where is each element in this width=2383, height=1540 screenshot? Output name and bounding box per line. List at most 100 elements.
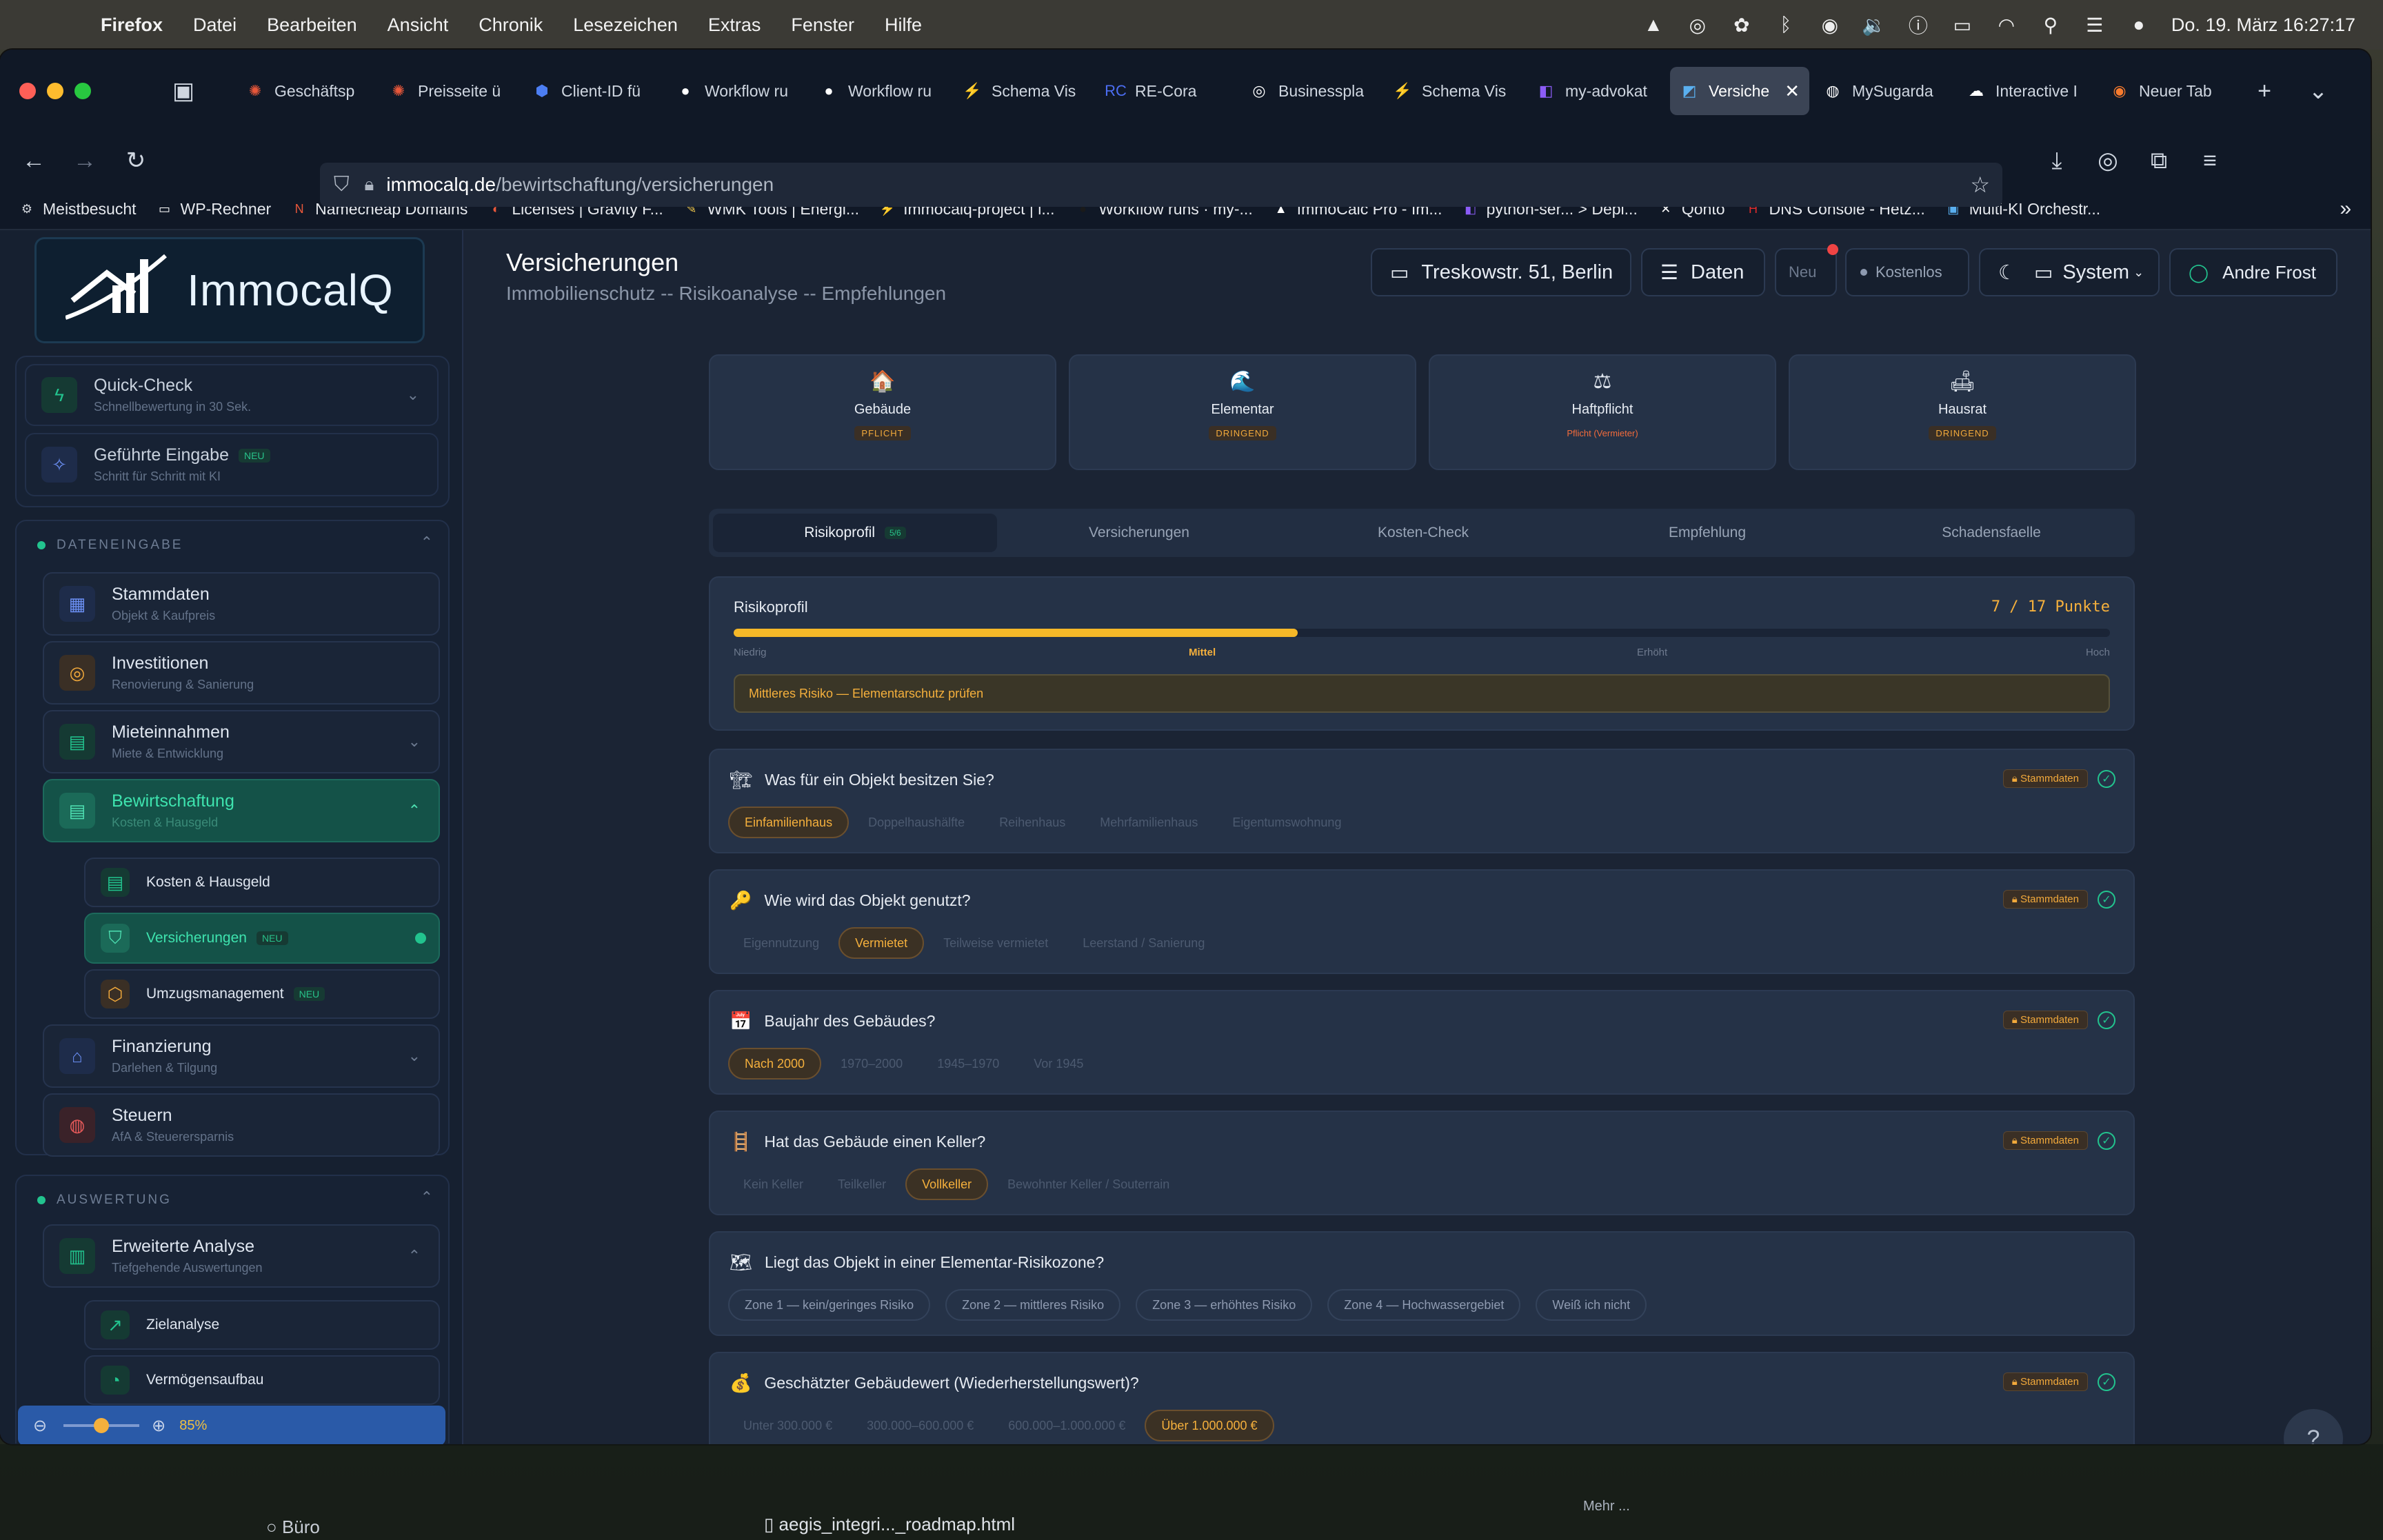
sidebar-item-bewirtschaftung[interactable]: ▤ Bewirtschaftung Kosten & Hausgeld ⌃ — [43, 779, 440, 842]
option-1[interactable]: Teilkeller — [823, 1168, 901, 1200]
battery-icon[interactable]: ▭ — [1951, 13, 1974, 37]
menu-fenster[interactable]: Fenster — [791, 14, 854, 36]
tab-8[interactable]: ⚡ Schema Vis — [1383, 67, 1522, 115]
sidebar-sub-zielanalyse[interactable]: ↗ Zielanalyse — [84, 1300, 440, 1350]
help-button[interactable]: ? — [2284, 1409, 2343, 1444]
flower-icon[interactable]: ✿ — [1730, 13, 1753, 37]
option-3[interactable]: Mehrfamilienhaus — [1085, 807, 1213, 838]
category-card-2[interactable]: ⚖ Haftpflicht Pflicht (Vermieter) — [1429, 354, 1776, 470]
sidebar-sub-umzugsmanagement[interactable]: ⬡ Umzugsmanagement NEU — [84, 969, 440, 1019]
menubar-clock[interactable]: Do. 19. März 16:27:17 — [2171, 14, 2355, 36]
bookmark-1[interactable]: ▭ WP-Rechner — [156, 200, 271, 219]
tab-7[interactable]: ◎ Businesspla — [1240, 67, 1379, 115]
option-3[interactable]: Zone 4 — Hochwassergebiet — [1327, 1289, 1521, 1321]
sidebar-item-erweiterte-analyse[interactable]: ▥ Erweiterte Analyse Tiefgehende Auswertu… — [43, 1224, 440, 1288]
option-2[interactable]: Teilweise vermietet — [928, 927, 1063, 959]
bookmark-0[interactable]: ⚙ Meistbesucht — [18, 200, 137, 219]
download-item[interactable]: ▯ aegis_integri..._roadmap.html — [764, 1514, 1015, 1535]
account-icon[interactable]: ◎ — [2082, 147, 2133, 174]
zoom-slider[interactable] — [63, 1418, 140, 1433]
forward-button[interactable]: → — [59, 148, 110, 174]
sidebar-sub-kosten-hausgeld[interactable]: ▤ Kosten & Hausgeld — [84, 858, 440, 907]
star-icon[interactable]: ☆ — [1970, 172, 1990, 198]
option-3[interactable]: Vor 1945 — [1018, 1048, 1098, 1080]
tab-9[interactable]: ◧ my-advokat — [1527, 67, 1666, 115]
zoom-out-icon[interactable]: ⊖ — [33, 1416, 47, 1436]
back-button[interactable]: ← — [8, 148, 59, 174]
section-header-dateneingabe[interactable]: DATENEINGABE — [37, 538, 183, 553]
elephant-icon[interactable]: ▲ — [1642, 13, 1665, 37]
dock-more[interactable]: Mehr ... — [1583, 1499, 1630, 1514]
option-0[interactable]: Zone 1 — kein/geringes Risiko — [728, 1289, 931, 1321]
tab-empfehlung[interactable]: Empfehlung — [1565, 514, 1849, 552]
option-1[interactable]: Vermietet — [838, 927, 925, 959]
option-4[interactable]: Eigentumswohnung — [1217, 807, 1356, 838]
sidebar-item-mieteinnahmen[interactable]: ▤ Mieteinnahmen Miete & Entwicklung ⌄ — [43, 710, 440, 773]
category-card-3[interactable]: 🛋 Hausrat DRINGEND — [1789, 354, 2136, 470]
plan-badge[interactable]: Kostenlos — [1845, 248, 1969, 296]
sidebar-item-quick-check[interactable]: ϟ Quick-Check Schnellbewertung in 30 Sek.… — [25, 364, 439, 426]
user-status-icon[interactable]: ◉ — [1818, 13, 1842, 37]
option-1[interactable]: 300.000–600.000 € — [852, 1410, 989, 1441]
tab-2[interactable]: ⬢ Client-ID fü — [523, 67, 662, 115]
chevron-up-icon[interactable]: ⌃ — [421, 534, 433, 551]
tab-overview-icon[interactable]: ▣ — [167, 74, 200, 108]
sidebar-item-stammdaten[interactable]: ▦ Stammdaten Objekt & Kaufpreis — [43, 572, 440, 636]
zoom-slider-knob[interactable] — [94, 1418, 110, 1433]
wifi-icon[interactable]: ◠ — [1995, 13, 2018, 37]
shield-icon[interactable]: ⛉ — [334, 173, 350, 196]
option-1[interactable]: Zone 2 — mittleres Risiko — [945, 1289, 1121, 1321]
bookmarks-overflow-icon[interactable]: » — [2340, 197, 2351, 221]
tab-11[interactable]: ◍ MySugarda — [1813, 67, 1953, 115]
volume-icon[interactable]: 🔉 — [1862, 13, 1886, 37]
option-2[interactable]: Vollkeller — [905, 1168, 989, 1200]
accessibility-icon[interactable]: ⓘ — [1907, 13, 1930, 37]
reload-button[interactable]: ↻ — [110, 147, 161, 174]
url-bar[interactable]: ⛉ 🔒︎ immocalq.de/bewirtschaftung/versicher… — [320, 163, 2002, 207]
siri-icon[interactable]: ● — [2127, 13, 2151, 37]
creative-cloud-icon[interactable]: ◎ — [1686, 13, 1709, 37]
tab-versicherungen[interactable]: Versicherungen — [997, 514, 1281, 552]
category-card-0[interactable]: 🏠 Gebäude PFLICHT — [709, 354, 1056, 470]
sidebar-sub-vermoegensaufbau[interactable]: ◔ Vermögensaufbau — [84, 1355, 440, 1405]
bluetooth-icon[interactable]: ᛒ — [1774, 13, 1798, 37]
sidebar-item-steuern[interactable]: ◍ Steuern AfA & Steuerersparnis — [43, 1093, 440, 1157]
minimize-window-button[interactable] — [47, 83, 63, 99]
menu-extras[interactable]: Extras — [708, 14, 761, 36]
sidebar-item-finanzierung[interactable]: ⌂ Finanzierung Darlehen & Tilgung ⌄ — [43, 1024, 440, 1088]
menu-chronik[interactable]: Chronik — [479, 14, 543, 36]
option-4[interactable]: Weiß ich nicht — [1536, 1289, 1647, 1321]
zoom-in-icon[interactable]: ⊕ — [152, 1416, 165, 1436]
tab-6[interactable]: RC RE-Cora — [1096, 67, 1236, 115]
menu-datei[interactable]: Datei — [193, 14, 237, 36]
extensions-icon[interactable]: ⧉ — [2133, 148, 2184, 174]
tab-5[interactable]: ⚡ Schema Vis — [953, 67, 1092, 115]
tab-10[interactable]: ◩ Versiche ✕ — [1670, 67, 1809, 115]
sidebar-sub-versicherungen[interactable]: ⛉ Versicherungen NEU — [84, 913, 440, 964]
option-2[interactable]: 1945–1970 — [922, 1048, 1014, 1080]
search-icon[interactable]: ⚲ — [2039, 13, 2062, 37]
theme-switcher[interactable]: ☾ ▭ System ⌄ — [1979, 248, 2160, 296]
option-0[interactable]: Einfamilienhaus — [728, 807, 849, 838]
logo[interactable]: ImmocalQ — [34, 237, 425, 343]
option-3[interactable]: Über 1.000.000 € — [1145, 1410, 1274, 1441]
tab-1[interactable]: ✺ Preisseite ü — [379, 67, 519, 115]
tab-13[interactable]: ◉ Neuer Tab — [2100, 67, 2240, 115]
category-card-1[interactable]: 🌊 Elementar DRINGEND — [1069, 354, 1416, 470]
close-tab-icon[interactable]: ✕ — [1784, 81, 1800, 102]
new-tab-button[interactable]: + — [2248, 74, 2281, 108]
menu-app[interactable]: Firefox — [101, 14, 163, 36]
user-menu-button[interactable]: ◯ Andre Frost — [2169, 248, 2337, 296]
tab-3[interactable]: ● Workflow ru — [666, 67, 805, 115]
close-window-button[interactable] — [19, 83, 36, 99]
option-2[interactable]: 600.000–1.000.000 € — [993, 1410, 1140, 1441]
tab-risikoprofil[interactable]: Risikoprofil 5/6 — [713, 514, 997, 552]
menu-ansicht[interactable]: Ansicht — [388, 14, 449, 36]
menu-lesezeichen[interactable]: Lesezeichen — [573, 14, 678, 36]
tab-4[interactable]: ● Workflow ru — [810, 67, 949, 115]
tab-0[interactable]: ✺ Geschäftsp — [236, 67, 375, 115]
option-1[interactable]: 1970–2000 — [825, 1048, 918, 1080]
tab-schadensfaelle[interactable]: Schadensfaelle — [1849, 514, 2133, 552]
desktop-item-buero[interactable]: ○ Büro — [266, 1517, 320, 1538]
neu-button[interactable]: Neu — [1775, 248, 1837, 296]
